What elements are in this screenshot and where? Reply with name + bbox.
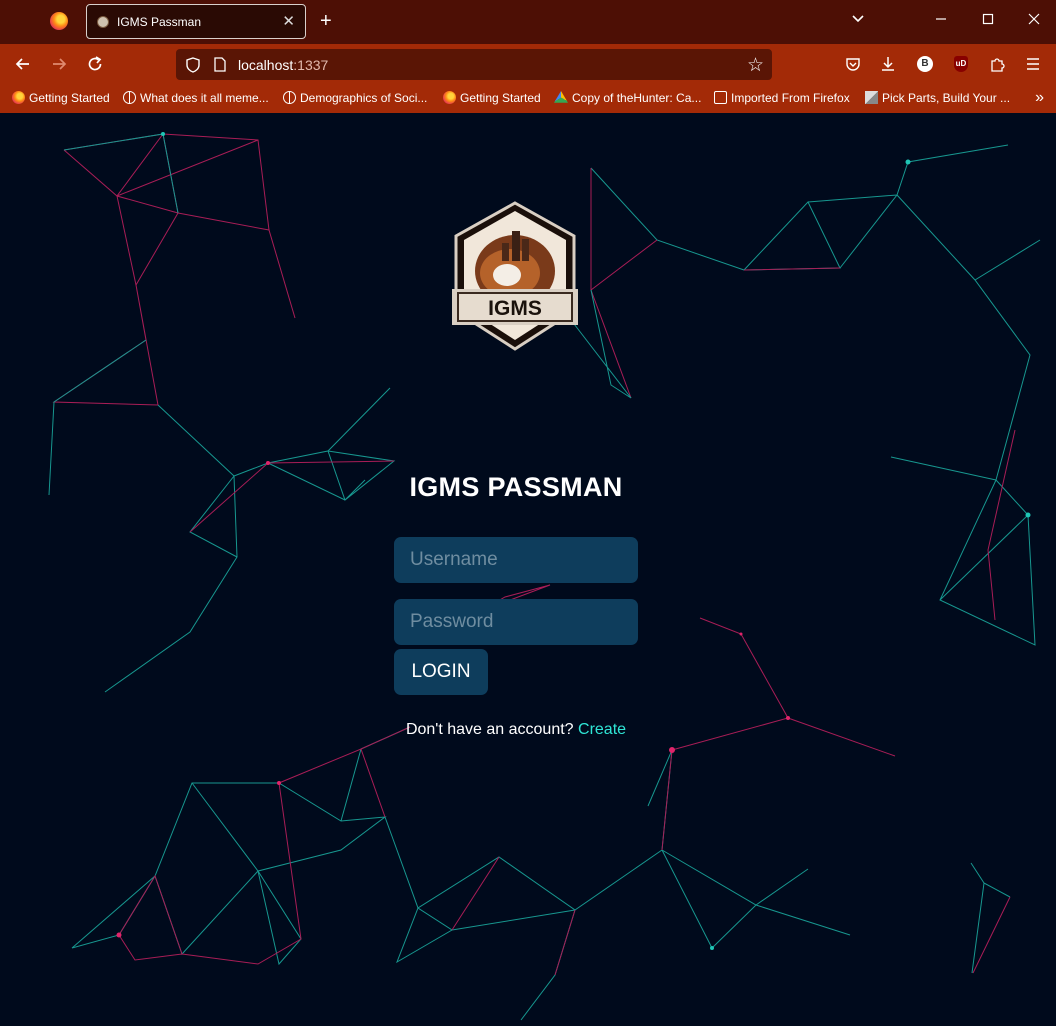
bookmark-item[interactable]: Getting Started bbox=[12, 91, 110, 105]
bookmark-item[interactable]: Getting Started bbox=[443, 91, 541, 105]
extensions-puzzle-icon[interactable] bbox=[989, 56, 1005, 76]
maximize-window-button[interactable] bbox=[982, 12, 994, 31]
logo-text: IGMS bbox=[488, 297, 542, 320]
igms-logo: IGMS bbox=[452, 201, 578, 351]
close-window-button[interactable] bbox=[1028, 12, 1040, 31]
bookmark-item[interactable]: Demographics of Soci... bbox=[283, 91, 427, 105]
bookmark-label: Imported From Firefox bbox=[731, 91, 850, 105]
url-host: localhost bbox=[238, 57, 294, 73]
create-account-link[interactable]: Create bbox=[578, 721, 626, 738]
url-text[interactable]: localhost:1337 bbox=[238, 57, 328, 73]
bookmark-label: Demographics of Soci... bbox=[300, 91, 428, 105]
close-tab-icon[interactable]: ✕ bbox=[282, 12, 295, 30]
bookmark-folder[interactable]: Imported From Firefox bbox=[714, 91, 850, 105]
signup-prompt: Don't have an account? Create bbox=[374, 721, 658, 739]
back-icon[interactable] bbox=[14, 55, 32, 78]
signup-prompt-text: Don't have an account? bbox=[405, 721, 574, 738]
url-port: :1337 bbox=[293, 57, 329, 73]
login-button[interactable]: LOGIN bbox=[394, 649, 488, 695]
bookmark-item[interactable]: Pick Parts, Build Your ... bbox=[865, 91, 1010, 105]
google-drive-icon bbox=[554, 91, 568, 103]
list-all-tabs-icon[interactable] bbox=[851, 12, 865, 31]
hamburger-menu-icon[interactable] bbox=[1025, 56, 1041, 76]
globe-icon bbox=[123, 91, 136, 104]
navigation-toolbar: localhost:1337 ☆ B uD bbox=[0, 44, 1056, 85]
bookmark-label: Copy of theHunter: Ca... bbox=[572, 91, 702, 105]
tracking-protection-shield-icon[interactable] bbox=[186, 57, 200, 78]
minimize-window-button[interactable] bbox=[935, 12, 947, 31]
browser-chrome: IGMS Passman ✕ + localhost:1337 ☆ B uD G… bbox=[0, 0, 1056, 113]
reload-icon[interactable] bbox=[86, 55, 104, 78]
folder-icon bbox=[714, 91, 727, 104]
tab-bar: IGMS Passman ✕ + bbox=[0, 0, 1056, 44]
bookmark-label: Pick Parts, Build Your ... bbox=[882, 91, 1011, 105]
firefox-icon bbox=[12, 91, 25, 104]
firefox-menu-icon[interactable] bbox=[50, 12, 68, 30]
url-bar[interactable]: localhost:1337 ☆ bbox=[176, 49, 772, 80]
ublock-origin-icon[interactable]: uD bbox=[954, 56, 968, 72]
new-tab-button[interactable]: + bbox=[320, 10, 332, 32]
page-info-icon[interactable] bbox=[214, 57, 226, 77]
bookmark-label: Getting Started bbox=[29, 91, 110, 105]
bookmark-star-icon[interactable]: ☆ bbox=[747, 54, 764, 77]
pocket-icon[interactable] bbox=[845, 56, 861, 76]
bookmarks-toolbar: Getting Started What does it all meme...… bbox=[0, 85, 1056, 113]
more-bookmarks-chevron-icon[interactable]: » bbox=[1035, 89, 1044, 107]
tab-igms-passman[interactable]: IGMS Passman ✕ bbox=[86, 4, 306, 39]
password-input[interactable] bbox=[394, 599, 638, 645]
bookmark-item[interactable]: Copy of theHunter: Ca... bbox=[554, 91, 701, 105]
firefox-icon bbox=[443, 91, 456, 104]
tab-title: IGMS Passman bbox=[117, 15, 202, 29]
username-input[interactable] bbox=[394, 537, 638, 583]
bookmark-label: What does it all meme... bbox=[140, 91, 269, 105]
bookmark-label: Getting Started bbox=[460, 91, 541, 105]
downloads-icon[interactable] bbox=[880, 56, 896, 76]
pcpartpicker-icon bbox=[865, 91, 878, 104]
igms-favicon-icon bbox=[97, 16, 109, 28]
page-content: IGMS IGMS PASSMAN LOGIN Don't have an ac… bbox=[0, 113, 1056, 1026]
bitwarden-extension-icon[interactable]: B bbox=[917, 56, 933, 72]
bookmark-item[interactable]: What does it all meme... bbox=[123, 91, 269, 105]
forward-icon[interactable] bbox=[50, 55, 68, 78]
app-title: IGMS PASSMAN bbox=[409, 472, 623, 502]
globe-icon bbox=[283, 91, 296, 104]
